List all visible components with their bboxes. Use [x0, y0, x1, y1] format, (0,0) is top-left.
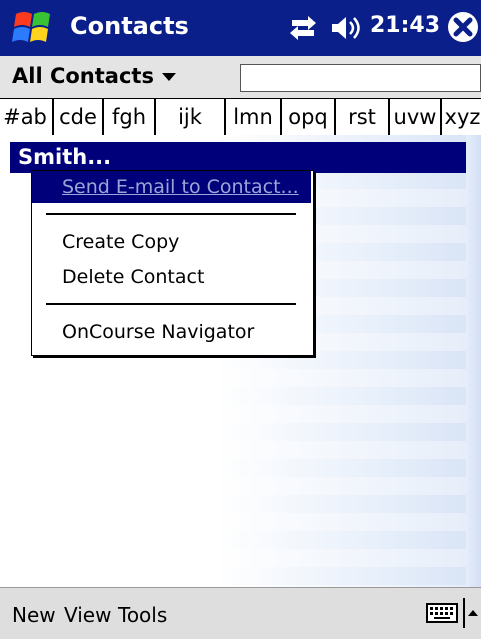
- list-item[interactable]: Smith...: [10, 142, 466, 173]
- tab-uvw[interactable]: uvw: [388, 99, 440, 135]
- speaker-icon[interactable]: [330, 14, 364, 42]
- category-filter-dropdown[interactable]: All Contacts: [12, 64, 176, 88]
- category-filter-label: All Contacts: [12, 64, 154, 88]
- tab-cde[interactable]: cde: [52, 99, 102, 135]
- app-title: Contacts: [70, 12, 189, 40]
- tab-fgh[interactable]: fgh: [102, 99, 154, 135]
- close-icon[interactable]: [446, 10, 480, 44]
- menu-item-label: Send E-mail to Contact...: [62, 176, 299, 198]
- tab-lmn[interactable]: lmn: [224, 99, 280, 135]
- filter-toolbar: All Contacts: [0, 56, 481, 99]
- tab-rst[interactable]: rst: [334, 99, 388, 135]
- menu-new[interactable]: New: [12, 603, 56, 627]
- scrollbar[interactable]: [466, 135, 481, 587]
- menu-item-send-email[interactable]: Send E-mail to Contact...: [32, 171, 311, 203]
- alphabet-tabs: #ab cde fgh ijk lmn opq rst uvw xyz: [0, 98, 481, 136]
- input-selector-arrow-icon[interactable]: [462, 598, 478, 628]
- tab-ijk[interactable]: ijk: [154, 99, 224, 135]
- menu-tools[interactable]: Tools: [118, 603, 167, 627]
- menu-item-oncourse-navigator[interactable]: OnCourse Navigator: [32, 316, 311, 348]
- title-bar: Contacts 21:43: [0, 0, 481, 56]
- context-menu: Send E-mail to Contact... Create Copy De…: [31, 170, 314, 356]
- menu-view[interactable]: View: [64, 603, 111, 627]
- tab-xyz[interactable]: xyz: [440, 99, 481, 135]
- menu-item-delete-contact[interactable]: Delete Contact: [32, 261, 311, 293]
- search-input[interactable]: [240, 64, 481, 92]
- tab-opq[interactable]: opq: [280, 99, 334, 135]
- connectivity-icon[interactable]: [286, 14, 320, 42]
- clock[interactable]: 21:43: [370, 13, 440, 38]
- bottom-menu-bar: New View Tools: [0, 587, 481, 639]
- keyboard-icon[interactable]: [426, 599, 458, 627]
- windows-start-icon[interactable]: [8, 8, 58, 48]
- menu-divider: [46, 303, 296, 305]
- menu-divider: [46, 213, 296, 215]
- menu-item-create-copy[interactable]: Create Copy: [32, 226, 311, 258]
- tab-ab[interactable]: #ab: [0, 99, 50, 135]
- chevron-down-icon: [161, 73, 176, 81]
